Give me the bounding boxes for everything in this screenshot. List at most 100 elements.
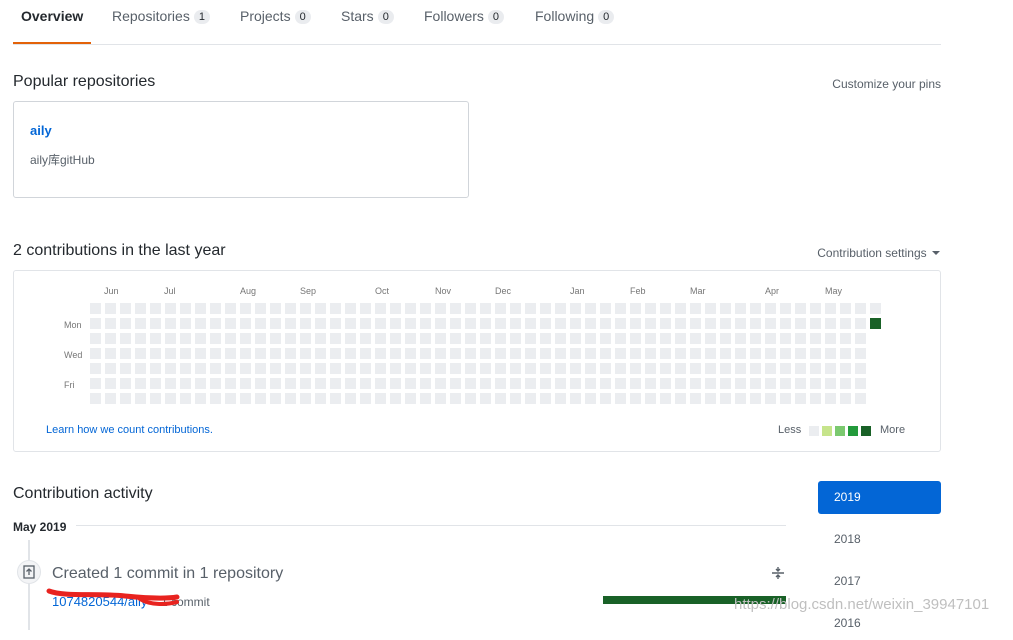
contribution-day[interactable] <box>750 348 761 359</box>
contribution-day[interactable] <box>510 348 521 359</box>
contribution-day[interactable] <box>345 318 356 329</box>
fold-icon[interactable] <box>770 565 786 584</box>
contribution-day[interactable] <box>615 393 626 404</box>
contribution-day[interactable] <box>480 303 491 314</box>
contribution-day[interactable] <box>195 303 206 314</box>
contribution-day[interactable] <box>270 363 281 374</box>
contribution-day[interactable] <box>255 333 266 344</box>
contribution-day[interactable] <box>300 318 311 329</box>
contribution-day[interactable] <box>630 318 641 329</box>
contribution-settings-dropdown[interactable]: Contribution settings <box>817 246 940 260</box>
contribution-day[interactable] <box>600 363 611 374</box>
contribution-day[interactable] <box>150 378 161 389</box>
contribution-day[interactable] <box>135 318 146 329</box>
contribution-day[interactable] <box>135 333 146 344</box>
contribution-day[interactable] <box>450 303 461 314</box>
year-2018-button[interactable]: 2018 <box>818 523 941 556</box>
contribution-day[interactable] <box>465 393 476 404</box>
contribution-day[interactable] <box>825 393 836 404</box>
contribution-day[interactable] <box>285 303 296 314</box>
contribution-day[interactable] <box>135 363 146 374</box>
contribution-day[interactable] <box>360 363 371 374</box>
contribution-day[interactable] <box>240 348 251 359</box>
contribution-day[interactable] <box>225 378 236 389</box>
contribution-day[interactable] <box>810 333 821 344</box>
contribution-day[interactable] <box>375 378 386 389</box>
contribution-day[interactable] <box>465 318 476 329</box>
contribution-day[interactable] <box>645 318 656 329</box>
contribution-day[interactable] <box>330 363 341 374</box>
contribution-day[interactable] <box>195 363 206 374</box>
contribution-day[interactable] <box>510 393 521 404</box>
contribution-day[interactable] <box>480 393 491 404</box>
contribution-day[interactable] <box>615 378 626 389</box>
contribution-day[interactable] <box>270 303 281 314</box>
contribution-day[interactable] <box>90 303 101 314</box>
contribution-day[interactable] <box>465 348 476 359</box>
contribution-day[interactable] <box>450 348 461 359</box>
contribution-day[interactable] <box>660 333 671 344</box>
contribution-day[interactable] <box>630 303 641 314</box>
contribution-day[interactable] <box>540 318 551 329</box>
contribution-day[interactable] <box>180 378 191 389</box>
contribution-day[interactable] <box>735 333 746 344</box>
contribution-day[interactable] <box>765 333 776 344</box>
contribution-day[interactable] <box>210 303 221 314</box>
contribution-day[interactable] <box>600 378 611 389</box>
contribution-day[interactable] <box>480 333 491 344</box>
contribution-day[interactable] <box>660 348 671 359</box>
contribution-day[interactable] <box>240 303 251 314</box>
contribution-day[interactable] <box>90 318 101 329</box>
contribution-day[interactable] <box>750 393 761 404</box>
contribution-day[interactable] <box>825 333 836 344</box>
contribution-day[interactable] <box>285 318 296 329</box>
contribution-day[interactable] <box>660 318 671 329</box>
contribution-day[interactable] <box>675 393 686 404</box>
contribution-day[interactable] <box>675 303 686 314</box>
contribution-day[interactable] <box>300 333 311 344</box>
contribution-day[interactable] <box>510 363 521 374</box>
contribution-day[interactable] <box>675 348 686 359</box>
contribution-day[interactable] <box>300 393 311 404</box>
contribution-day[interactable] <box>615 348 626 359</box>
year-2017-button[interactable]: 2017 <box>818 565 941 598</box>
contribution-day[interactable] <box>585 393 596 404</box>
contribution-day[interactable] <box>405 348 416 359</box>
contribution-day[interactable] <box>195 318 206 329</box>
contribution-day[interactable] <box>600 393 611 404</box>
contribution-day[interactable] <box>165 363 176 374</box>
contribution-day[interactable] <box>360 318 371 329</box>
contribution-day[interactable] <box>810 393 821 404</box>
contribution-day[interactable] <box>675 318 686 329</box>
contribution-day[interactable] <box>255 348 266 359</box>
contribution-day[interactable] <box>750 363 761 374</box>
contribution-day[interactable] <box>165 303 176 314</box>
contribution-day[interactable] <box>705 363 716 374</box>
contribution-day[interactable] <box>480 318 491 329</box>
contribution-day[interactable] <box>660 303 671 314</box>
contribution-day[interactable] <box>690 318 701 329</box>
contribution-day[interactable] <box>510 303 521 314</box>
contribution-day[interactable] <box>450 318 461 329</box>
contribution-day[interactable] <box>225 318 236 329</box>
contribution-day[interactable] <box>180 348 191 359</box>
contribution-day[interactable] <box>735 393 746 404</box>
contribution-day[interactable] <box>780 378 791 389</box>
contribution-day[interactable] <box>270 348 281 359</box>
contribution-day[interactable] <box>495 348 506 359</box>
contribution-day[interactable] <box>690 378 701 389</box>
contribution-day[interactable] <box>540 378 551 389</box>
contribution-day[interactable] <box>555 318 566 329</box>
contribution-day[interactable] <box>660 378 671 389</box>
contribution-day[interactable] <box>645 378 656 389</box>
contribution-day[interactable] <box>495 378 506 389</box>
contribution-day[interactable] <box>510 318 521 329</box>
contribution-day[interactable] <box>270 333 281 344</box>
contribution-day[interactable] <box>795 333 806 344</box>
contribution-day[interactable] <box>240 378 251 389</box>
contribution-day[interactable] <box>540 303 551 314</box>
contribution-day[interactable] <box>810 318 821 329</box>
contribution-day[interactable] <box>645 363 656 374</box>
tab-overview[interactable]: Overview <box>13 0 92 44</box>
contribution-day[interactable] <box>855 393 866 404</box>
